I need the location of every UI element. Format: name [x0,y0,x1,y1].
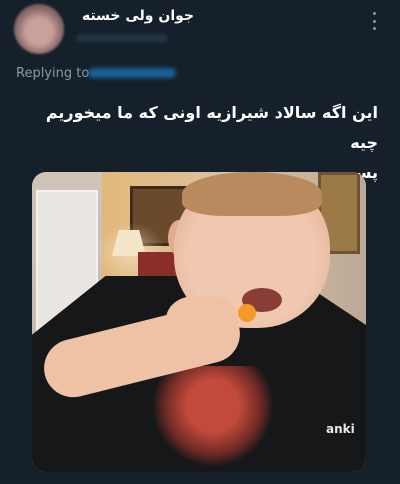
photo-shirt-print [150,366,276,466]
tweet-text-line-1: این اگه سالاد شیرازیه اونی که ما میخوریم… [45,103,378,152]
photo-child-hair [182,172,322,216]
photo-child-hand [166,296,238,354]
avatar[interactable] [14,4,64,54]
replying-to-label: Replying to [16,66,90,81]
author-name[interactable]: جوان ولی خسته [74,8,194,24]
photo-orange-piece [238,304,256,322]
tweet-photo[interactable]: anki [32,172,366,472]
more-options-icon[interactable] [368,12,380,30]
reply-handle-link-blurred[interactable] [88,68,176,78]
photo-shirt-brand: anki [326,422,355,436]
author-handle-blurred [76,34,168,42]
